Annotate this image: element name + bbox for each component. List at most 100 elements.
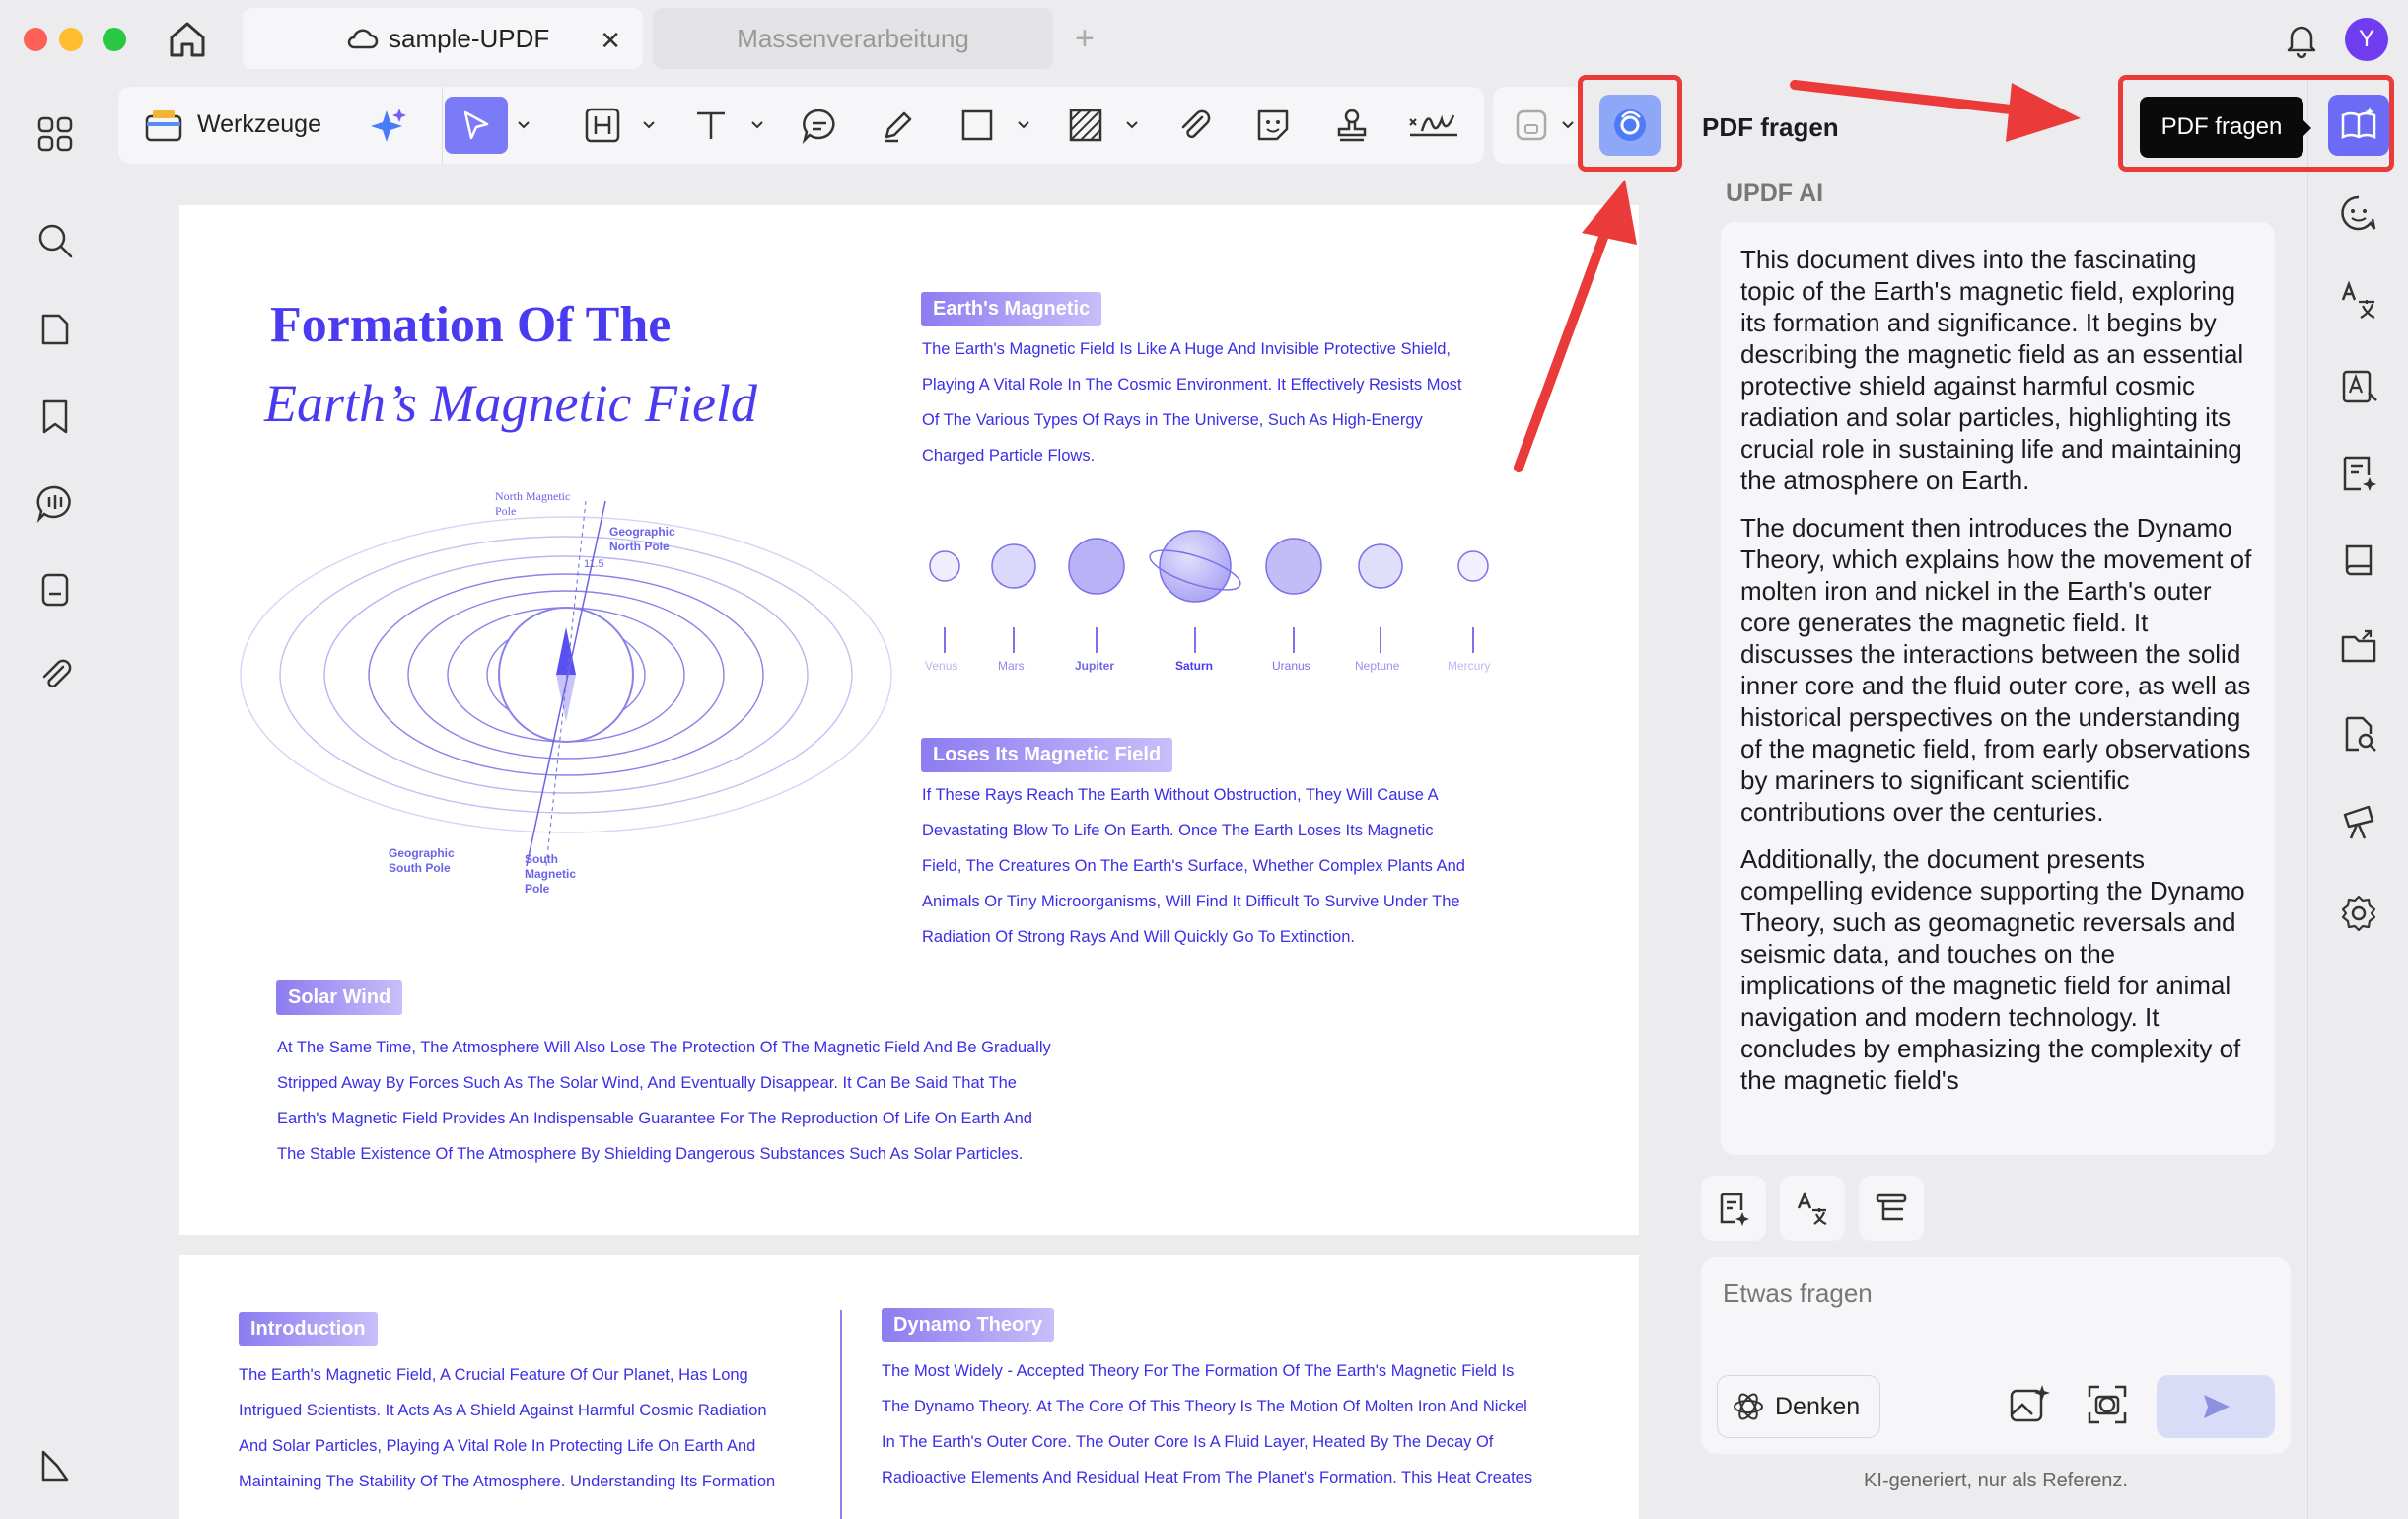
export-folder-icon[interactable] — [2333, 621, 2384, 673]
planet-label: Neptune — [1355, 659, 1400, 673]
section-body: At The Same Time, The Atmosphere Will Al… — [277, 1030, 1051, 1172]
ai-sparkle-icon[interactable] — [365, 105, 408, 148]
image-ai-icon[interactable] — [2007, 1383, 2054, 1430]
planet-label: Jupiter — [1075, 659, 1115, 673]
text-icon[interactable] — [686, 101, 736, 150]
chevron-down-icon[interactable] — [641, 116, 657, 132]
presentation-icon[interactable] — [2333, 795, 2384, 846]
bell-icon[interactable] — [2280, 18, 2323, 61]
avatar-letter: Y — [2358, 26, 2374, 52]
section-body: The Most Widely - Accepted Theory For Th… — [882, 1353, 1532, 1495]
text-line: At The Same Time, The Atmosphere Will Al… — [277, 1039, 1051, 1056]
paperclip-icon[interactable] — [1169, 101, 1219, 150]
text-line: Charged Particle Flows. — [922, 447, 1096, 465]
hatch-area-icon[interactable] — [1061, 101, 1110, 150]
chat-bot-icon[interactable] — [2333, 187, 2384, 239]
text-line: Radiation Of Strong Rays And Will Quickl… — [922, 928, 1355, 946]
thumbnails-icon[interactable] — [30, 108, 81, 160]
ai-summary-icon[interactable] — [2333, 448, 2384, 499]
chevron-down-icon[interactable] — [1124, 116, 1140, 132]
section-body: The Earth's Magnetic Field, A Crucial Fe… — [239, 1357, 775, 1499]
tab-massenverarbeitung[interactable]: Massenverarbeitung — [653, 8, 1053, 69]
planet-label: Venus — [925, 659, 958, 673]
text-line: Radioactive Elements And Residual Heat F… — [882, 1469, 1533, 1486]
reader-icon[interactable] — [2333, 535, 2384, 586]
text-line: The Most Widely - Accepted Theory For Th… — [882, 1362, 1515, 1380]
left-sidebar — [0, 79, 108, 1519]
attachment-icon[interactable] — [30, 649, 81, 700]
tools-label[interactable]: Werkzeuge — [197, 110, 321, 139]
text-line: Of The Various Types Of Rays in The Univ… — [922, 411, 1423, 429]
document-search-icon[interactable] — [2333, 708, 2384, 760]
highlight-heading-icon[interactable] — [578, 101, 627, 150]
section-badge: Earth's Magnetic — [921, 292, 1102, 326]
bookmark-icon[interactable] — [30, 391, 81, 442]
chevron-down-icon[interactable] — [749, 116, 765, 132]
minimize-window-button[interactable] — [59, 28, 83, 51]
tab-label: sample-UPDF — [389, 23, 550, 53]
signature-icon[interactable] — [1406, 101, 1461, 150]
new-tab-icon[interactable]: + — [1075, 22, 1095, 55]
select-tool-button[interactable] — [445, 97, 508, 154]
theme-icon[interactable] — [30, 1440, 81, 1491]
close-window-button[interactable] — [24, 28, 47, 51]
text-line: And Solar Particles, Playing A Vital Rol… — [239, 1437, 756, 1455]
text-line: The Earth's Magnetic Field Is Like A Hug… — [922, 340, 1452, 358]
stamp-icon[interactable] — [1327, 101, 1377, 150]
pdf-page-2: Introduction The Earth's Magnetic Field,… — [179, 1255, 1639, 1519]
planet-label: Saturn — [1175, 659, 1214, 673]
magnetic-field-diagram — [240, 500, 892, 867]
pen-icon[interactable] — [874, 101, 923, 150]
section-body: The Earth's Magnetic Field Is Like A Hug… — [922, 331, 1461, 473]
chevron-down-icon[interactable] — [1016, 116, 1031, 132]
tab-sample-updf[interactable]: sample-UPDF ✕ — [243, 8, 643, 69]
comments-icon[interactable] — [30, 477, 81, 529]
pdf-page-1: Formation Of The Earth’s Magnetic Field … — [179, 205, 1639, 1235]
comment-bubble-icon[interactable] — [795, 101, 844, 150]
text-line: If These Rays Reach The Earth Without Ob… — [922, 786, 1439, 804]
think-toggle[interactable]: Denken — [1717, 1375, 1880, 1438]
section-badge: Introduction — [239, 1312, 378, 1346]
sticker-icon[interactable] — [1248, 101, 1298, 150]
planet-label: Mars — [998, 659, 1025, 673]
ask-input[interactable]: Etwas fragen — [1723, 1278, 1873, 1309]
right-sidebar — [2307, 79, 2408, 1519]
think-label: Denken — [1775, 1392, 1861, 1420]
page-subtitle: Earth’s Magnetic Field — [264, 374, 757, 433]
close-tab-icon[interactable]: ✕ — [600, 26, 621, 56]
pages-icon[interactable] — [30, 304, 81, 355]
north-magnetic-pole-label: North Magnetic Pole — [495, 489, 571, 518]
chevron-down-icon[interactable] — [516, 116, 531, 132]
document-viewer[interactable]: Formation Of The Earth’s Magnetic Field … — [108, 178, 1666, 1519]
send-button[interactable] — [2157, 1375, 2275, 1438]
rectangle-icon[interactable] — [953, 101, 1002, 150]
section-body: If These Rays Reach The Earth Without Ob… — [922, 777, 1465, 955]
atom-icon — [1734, 1393, 1763, 1420]
ai-response-paragraph: Additionally, the document presents comp… — [1740, 844, 2245, 1095]
screenshot-icon[interactable] — [2086, 1383, 2133, 1430]
translate-icon[interactable] — [2333, 274, 2384, 326]
text-line: Field, The Creatures On The Earth's Surf… — [922, 857, 1465, 875]
maximize-window-button[interactable] — [103, 28, 126, 51]
outline-button[interactable] — [1859, 1176, 1924, 1241]
planet-label: Mercury — [1448, 659, 1491, 673]
summarize-button[interactable] — [1701, 1176, 1766, 1241]
home-icon[interactable] — [166, 18, 209, 61]
avatar[interactable]: Y — [2345, 18, 2388, 61]
text-line: Earth's Magnetic Field Provides An Indis… — [277, 1110, 1032, 1127]
search-icon[interactable] — [30, 215, 81, 266]
main-toolbar: Werkzeuge — [118, 87, 1484, 164]
toolbox-icon[interactable] — [144, 105, 183, 144]
arrow-annotations — [1514, 80, 2081, 472]
text-line: The Earth's Magnetic Field, A Crucial Fe… — [239, 1366, 748, 1384]
translate-icon — [1797, 1191, 1827, 1226]
ocr-icon[interactable] — [2333, 361, 2384, 412]
cloud-icon — [345, 26, 379, 51]
planet-label: Uranus — [1272, 659, 1310, 673]
translate-button[interactable] — [1780, 1176, 1845, 1241]
form-icon[interactable] — [30, 564, 81, 615]
settings-icon[interactable] — [2333, 888, 2384, 939]
section-badge: Loses Its Magnetic Field — [921, 738, 1173, 772]
ask-input-box: Etwas fragen Denken — [1701, 1257, 2291, 1454]
ai-disclaimer: KI-generiert, nur als Referenz. — [1864, 1470, 2128, 1491]
